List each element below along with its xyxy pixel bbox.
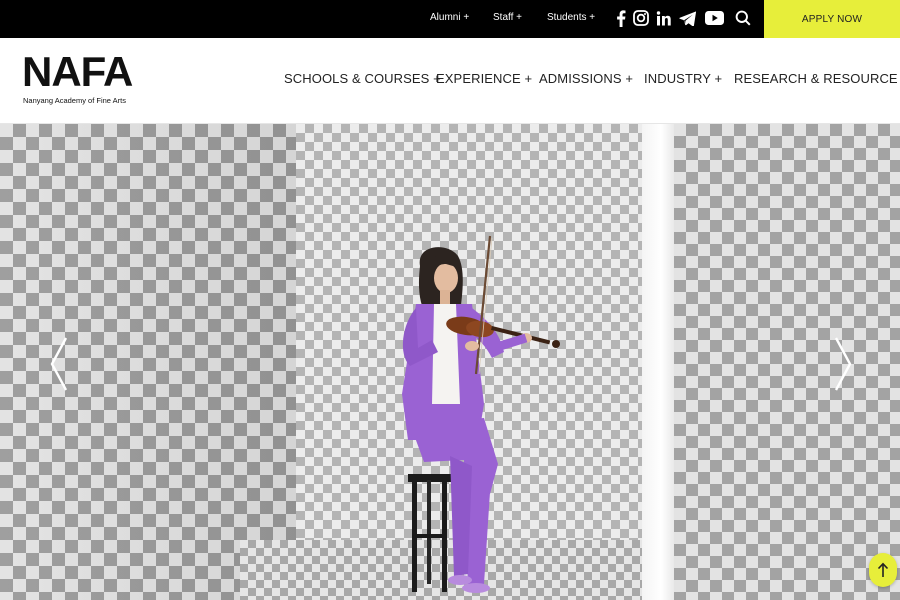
instagram-icon[interactable] [632, 9, 650, 27]
linkedin-icon[interactable] [654, 9, 672, 27]
hero-carousel [0, 124, 900, 600]
nav-industry[interactable]: INDUSTRY + [644, 71, 722, 86]
nav-experience[interactable]: EXPERIENCE + [436, 71, 532, 86]
hero-violinist-image [402, 235, 560, 593]
scroll-to-top-button[interactable] [869, 553, 897, 587]
search-icon[interactable] [734, 9, 752, 27]
nav-schools-courses[interactable]: SCHOOLS & COURSES + [284, 71, 441, 86]
arrow-up-icon [877, 562, 889, 577]
main-header: NAFA Nanyang Academy of Fine Arts SCHOOL… [0, 38, 900, 124]
hero-pillar [642, 124, 674, 600]
youtube-icon[interactable] [704, 9, 724, 27]
chevron-left-icon [50, 337, 68, 391]
carousel-next-button[interactable] [830, 336, 854, 392]
hero-wall-right [674, 124, 900, 600]
telegram-icon[interactable] [678, 9, 696, 27]
top-utility-bar: Alumni + Staff + Students + APPLY NOW [0, 0, 900, 38]
nafa-logo[interactable]: NAFA Nanyang Academy of Fine Arts [22, 50, 142, 112]
logo-subtitle: Nanyang Academy of Fine Arts [23, 96, 126, 105]
apply-now-button[interactable]: APPLY NOW [764, 0, 900, 38]
students-link[interactable]: Students + [547, 12, 595, 23]
hero-shade [0, 124, 300, 600]
chevron-right-icon [834, 337, 852, 391]
nav-admissions[interactable]: ADMISSIONS + [539, 71, 633, 86]
svg-text:NAFA: NAFA [22, 50, 133, 94]
nafa-logo-mark: NAFA [22, 50, 134, 94]
alumni-link[interactable]: Alumni + [430, 12, 469, 23]
nav-research-resource[interactable]: RESEARCH & RESOURCE + [734, 71, 900, 86]
facebook-icon[interactable] [612, 9, 630, 27]
carousel-prev-button[interactable] [48, 336, 72, 392]
staff-link[interactable]: Staff + [493, 12, 522, 23]
